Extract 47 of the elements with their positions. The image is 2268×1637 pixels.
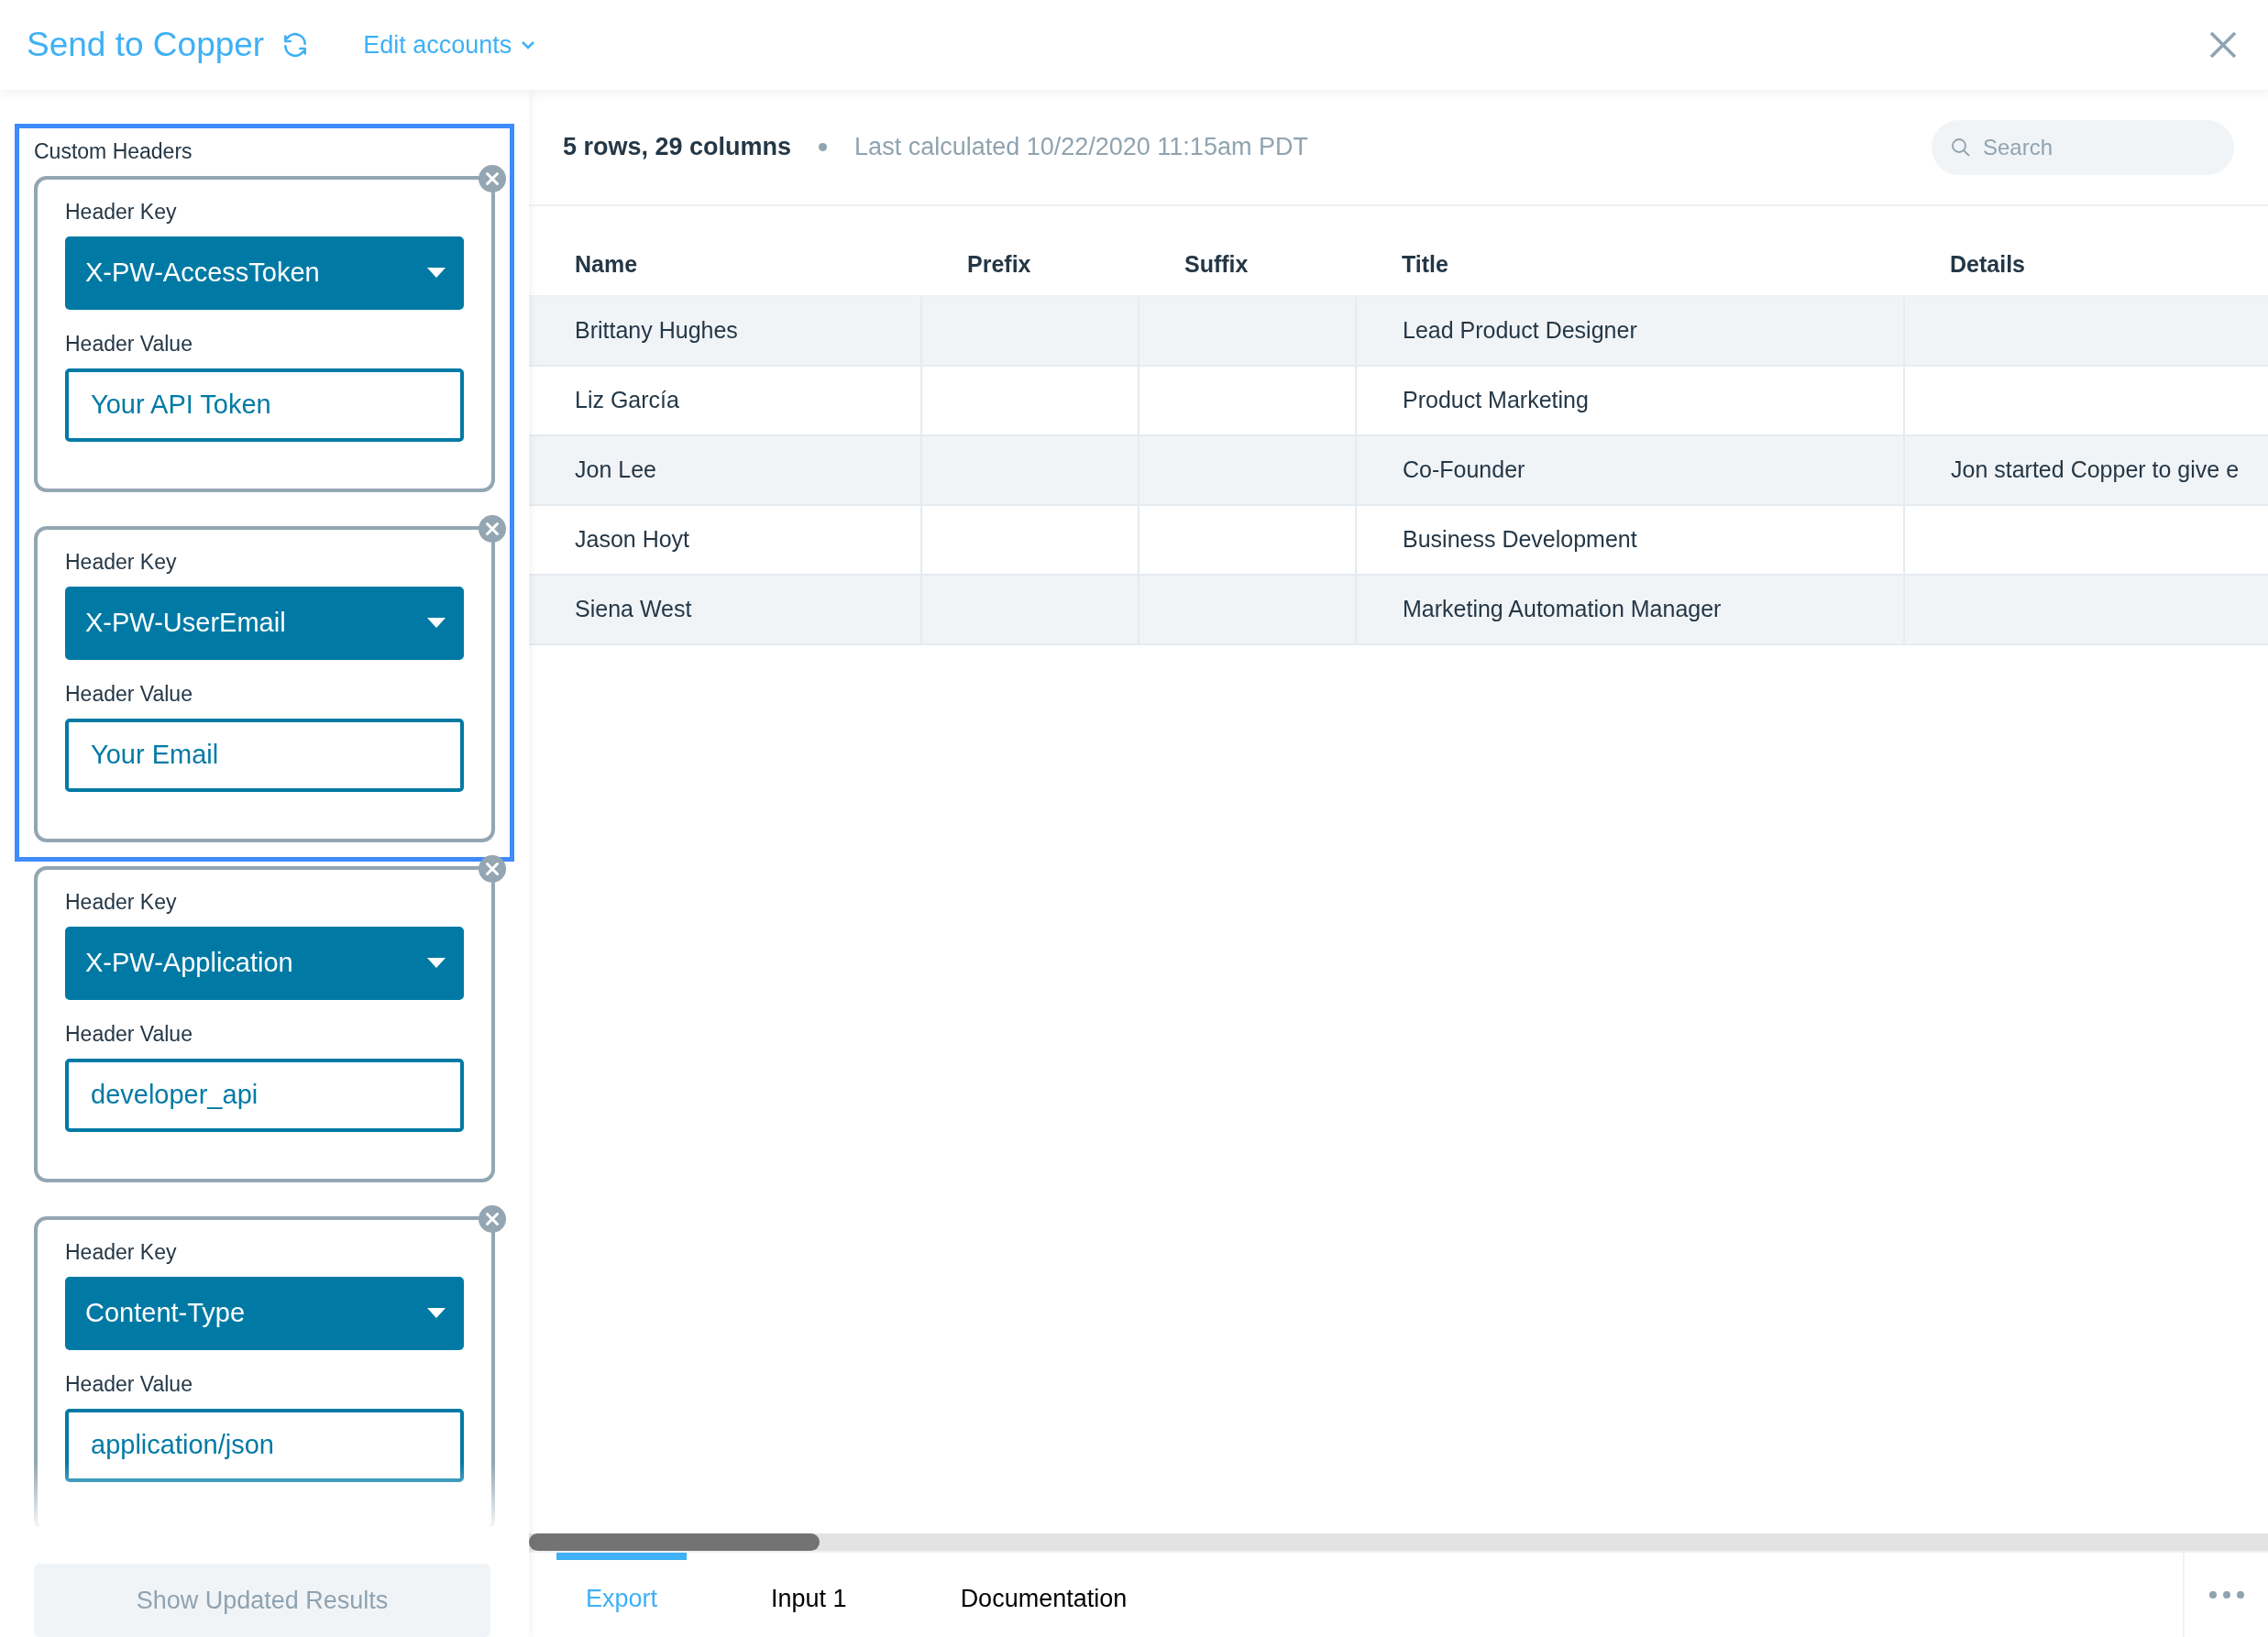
field-label: Header Key bbox=[65, 1238, 178, 1264]
field-label: Header Key bbox=[65, 198, 178, 224]
dropdown-caret-icon bbox=[427, 268, 446, 278]
remove-icon[interactable] bbox=[479, 164, 506, 192]
dropdown-caret-icon bbox=[427, 618, 446, 628]
remove-icon[interactable] bbox=[479, 854, 506, 883]
scrollbar-thumb[interactable] bbox=[529, 1533, 820, 1551]
table-cell: Marketing Automation Manager bbox=[1403, 596, 1722, 622]
header-value-input[interactable]: Your API Token bbox=[65, 368, 464, 442]
header-key-select[interactable]: Content-Type bbox=[65, 1276, 464, 1350]
table-cell: Product Marketing bbox=[1403, 387, 1589, 413]
table-cell: Siena West bbox=[575, 596, 692, 622]
table-cell: Jon started Copper to give e bbox=[1951, 456, 2240, 483]
field-label: Header Key bbox=[65, 548, 178, 574]
field-label: Header Key bbox=[65, 888, 178, 914]
row-column-count: 5 rows, 29 columns bbox=[563, 132, 792, 163]
search-icon bbox=[1950, 136, 1972, 159]
section-title: Custom Headers bbox=[34, 138, 193, 165]
table-cell: Jason Hoyt bbox=[575, 526, 690, 553]
tab[interactable]: Input 1 bbox=[742, 1553, 876, 1637]
header-value-input[interactable]: developer_api bbox=[65, 1058, 464, 1132]
table-cell: Jon Lee bbox=[575, 456, 656, 483]
table-cell: Co-Founder bbox=[1403, 456, 1525, 483]
header-key-select[interactable]: X-PW-AccessToken bbox=[65, 236, 464, 310]
field-label: Header Value bbox=[65, 1370, 193, 1396]
search-field[interactable]: Search bbox=[1932, 119, 2234, 175]
header-value-input[interactable]: Your Email bbox=[65, 718, 464, 792]
chevron-down-icon bbox=[521, 40, 536, 49]
tab[interactable]: Documentation bbox=[930, 1553, 1157, 1637]
field-label: Header Value bbox=[65, 1020, 193, 1046]
dropdown-caret-icon bbox=[427, 1308, 446, 1318]
more-options-icon[interactable] bbox=[2207, 1590, 2245, 1599]
header-value-input[interactable]: application/json bbox=[65, 1408, 464, 1482]
header-key-select[interactable]: X-PW-Application bbox=[65, 926, 464, 1000]
close-icon[interactable] bbox=[2209, 31, 2237, 59]
table-cell: Liz García bbox=[575, 387, 679, 413]
remove-icon[interactable] bbox=[479, 514, 506, 543]
field-label: Header Value bbox=[65, 330, 193, 356]
dialog-title: Send to Copper bbox=[27, 25, 265, 66]
last-calculated-text: Last calculated 10/22/2020 11:15am PDT bbox=[854, 132, 1308, 163]
table-cell: Business Development bbox=[1403, 526, 1637, 553]
field-label: Header Value bbox=[65, 680, 193, 706]
dropdown-caret-icon bbox=[427, 958, 446, 968]
table-cell: Brittany Hughes bbox=[575, 317, 738, 344]
table-cell: Lead Product Designer bbox=[1403, 317, 1637, 344]
header-key-select[interactable]: X-PW-UserEmail bbox=[65, 586, 464, 660]
remove-icon[interactable] bbox=[479, 1204, 506, 1233]
